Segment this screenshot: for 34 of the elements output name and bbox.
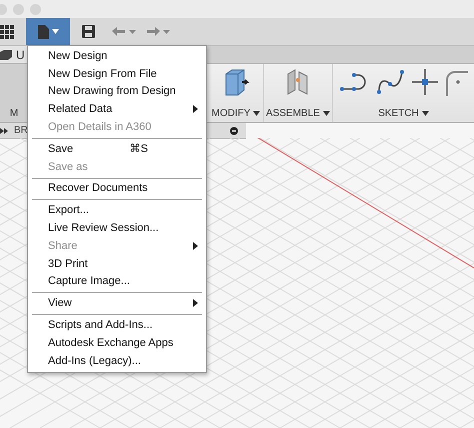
save-icon[interactable] [82, 25, 95, 38]
menu-item[interactable]: Save ⌘S [28, 140, 206, 158]
menu-item[interactable]: Related Data [28, 100, 206, 118]
caret-icon [422, 111, 429, 116]
menu-item[interactable]: Add-Ins (Legacy)... [28, 352, 206, 370]
redo-icon[interactable] [145, 26, 171, 38]
document-icon [38, 24, 48, 38]
cube-icon [0, 50, 12, 60]
menu-item[interactable]: New Drawing from Design [28, 82, 206, 100]
minus-icon[interactable] [230, 126, 238, 134]
menu-item[interactable]: Export... [28, 201, 206, 220]
ribbon-menu-button[interactable]: SKETCH [378, 108, 429, 119]
ribbon-menu-button[interactable]: M [10, 108, 18, 119]
menu-item[interactable]: Capture Image... [28, 272, 206, 290]
menu-item[interactable]: 3D Print [28, 254, 206, 273]
fillet-icon [444, 68, 468, 96]
point-icon [412, 69, 438, 95]
ribbon-menu-button[interactable]: MODIFY [212, 108, 260, 119]
menu-item[interactable]: Scripts and Add-Ins... [28, 316, 206, 334]
ribbon-menu-button[interactable]: ASSEMBLE [266, 108, 330, 119]
caret-icon [322, 111, 330, 116]
spline-icon [376, 68, 406, 96]
menu-item[interactable]: Recover Documents [28, 180, 206, 198]
caret-icon [253, 111, 260, 116]
grid-icon[interactable] [0, 24, 14, 38]
menu-item[interactable]: New Design From File [28, 64, 206, 83]
menu-item[interactable]: Live Review Session... [28, 219, 206, 237]
collapse-icon[interactable] [0, 128, 8, 134]
menu-item[interactable]: View [28, 294, 206, 312]
undo-icon[interactable] [111, 26, 137, 38]
file-button[interactable] [26, 18, 70, 45]
caret-icon [52, 29, 58, 34]
browser-title: BR [14, 125, 28, 136]
menu-item[interactable]: Autodesk Exchange Apps [28, 334, 206, 352]
